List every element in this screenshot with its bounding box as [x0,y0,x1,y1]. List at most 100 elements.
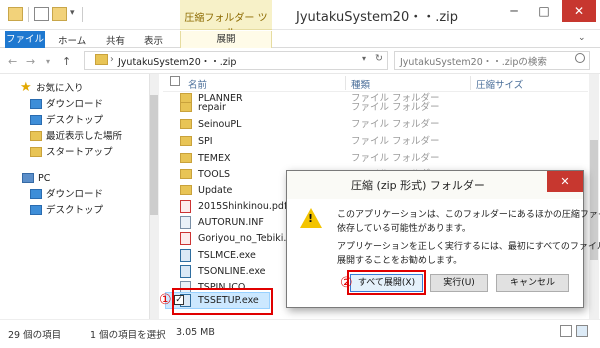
nav-pc-label: PC [38,173,51,184]
dialog-message-line: 依存している可能性があります。 [337,224,471,234]
breadcrumb[interactable]: JyutakuSystem20・・.zip [118,54,236,68]
tab-file[interactable]: ファイル [5,31,45,48]
nav-item-label: デスクトップ [46,115,104,126]
file-name: Update [198,185,233,196]
file-name: TSONLINE.exe [198,266,266,277]
column-compressed-size[interactable]: 圧縮サイズ [476,77,523,91]
column-separator[interactable] [470,76,471,90]
computer-icon [22,173,34,183]
file-name: Goriyou_no_Tebiki... [198,233,293,244]
annotation-box-1 [172,288,273,315]
file-name: TEMEX [198,153,231,164]
nav-item-label: スタートアップ [46,147,113,158]
folder-icon [8,7,23,21]
refresh-icon[interactable]: ↻ [375,53,383,64]
column-type[interactable]: 種類 [351,77,370,91]
desktop-icon [30,115,42,125]
toolbar-separator [28,7,29,22]
file-type: ファイル フォルダー [351,102,440,113]
maximize-button[interactable]: □ [530,0,558,22]
cancel-button[interactable]: キャンセル [496,274,569,292]
search-icon[interactable] [575,53,585,63]
file-name: AUTORUN.INF [198,217,264,228]
nav-favorites-label: お気に入り [36,83,84,94]
nav-pc[interactable]: PC [0,170,140,187]
recent-places-icon [30,131,42,141]
back-button[interactable]: ← [8,55,17,68]
file-name: 2015Shinkinou.pdf [198,201,288,212]
nav-item-startup[interactable]: スタートアップ [0,144,140,161]
new-folder-icon[interactable] [52,7,67,21]
search-placeholder: JyutakuSystem20・・.zipの検索 [400,57,547,68]
file-name: repair [198,102,226,113]
nav-item-downloads[interactable]: ダウンロード [0,96,140,113]
application-icon [180,265,191,278]
download-icon [30,189,42,199]
list-item[interactable]: repair ファイル フォルダー [168,99,568,116]
close-button[interactable]: ✕ [562,0,596,22]
list-item[interactable]: SeinouPL ファイル フォルダー [168,116,568,133]
dialog-title: 圧縮 (zip 形式) フォルダー [351,179,485,192]
address-dropdown-icon[interactable]: ▾ [362,54,366,63]
select-all-checkbox[interactable] [170,76,180,86]
file-name: TSLMCE.exe [198,250,256,261]
breadcrumb-separator-icon: › [110,54,114,65]
toolbar-separator [82,7,83,22]
file-name: TOOLS [198,169,231,180]
list-item[interactable]: TEMEX ファイル フォルダー [168,150,568,167]
up-button[interactable]: ↑ [62,55,71,68]
nav-item-pc-downloads[interactable]: ダウンロード [0,186,140,203]
column-name[interactable]: 名前 [188,77,207,91]
nav-favorites[interactable]: ★ お気に入り [0,80,140,97]
annotation-box-2 [347,270,426,295]
item-count: 29 個の項目 [8,330,62,341]
dialog-message-line: アプリケーションを正しく実行するには、最初にすべてのファイルを [337,242,600,252]
annotation-number-2: ② [340,275,353,291]
dialog-close-button[interactable]: ✕ [547,171,583,192]
recent-dropdown-icon[interactable]: ▾ [46,57,50,66]
quick-access-dropdown-icon[interactable]: ▾ [70,8,75,18]
file-name: SPI [198,136,213,147]
dialog-message-line: 展開することをお勧めします。 [337,256,463,266]
nav-item-recent[interactable]: 最近表示した場所 [0,128,140,145]
folder-icon [180,136,192,146]
minimize-button[interactable]: ─ [500,0,528,22]
nav-item-desktop[interactable]: デスクトップ [0,112,140,129]
forward-button[interactable]: → [26,55,35,68]
pdf-file-icon [180,200,191,213]
ribbon-expand-icon[interactable]: ⌄ [578,33,586,43]
tab-view[interactable]: 表示 [144,33,163,47]
large-icons-view-icon[interactable] [576,325,588,337]
details-view-icon[interactable] [560,325,572,337]
tab-home[interactable]: ホーム [58,33,86,47]
window-title: JyutakuSystem20・・.zip [296,10,459,25]
folder-icon [180,102,192,112]
list-item[interactable]: SPI ファイル フォルダー [168,133,568,150]
properties-icon[interactable] [34,7,49,21]
folder-icon [180,153,192,163]
ribbon-tab-row [0,30,600,48]
desktop-icon [30,205,42,215]
folder-icon [180,169,192,179]
run-button[interactable]: 実行(U) [430,274,488,292]
folder-icon [180,185,192,195]
application-icon [180,249,191,262]
nav-item-label: ダウンロード [46,189,104,200]
column-separator[interactable] [345,76,346,90]
annotation-number-1: ① [159,292,172,308]
tab-extract[interactable]: 展開 [180,31,272,48]
file-type: ファイル フォルダー [351,153,440,164]
selection-count: 1 個の項目を選択 [90,330,166,341]
nav-scrollbar-thumb[interactable] [150,95,158,215]
nav-item-label: デスクトップ [46,205,104,216]
download-icon [30,99,42,109]
folder-icon [95,54,108,65]
file-type: ファイル フォルダー [351,119,440,130]
nav-item-pc-desktop[interactable]: デスクトップ [0,202,140,219]
nav-item-label: ダウンロード [46,99,104,110]
tab-share[interactable]: 共有 [106,33,125,47]
file-type: ファイル フォルダー [351,136,440,147]
folder-icon [30,147,42,157]
star-icon: ★ [20,80,32,95]
settings-file-icon [180,216,191,229]
